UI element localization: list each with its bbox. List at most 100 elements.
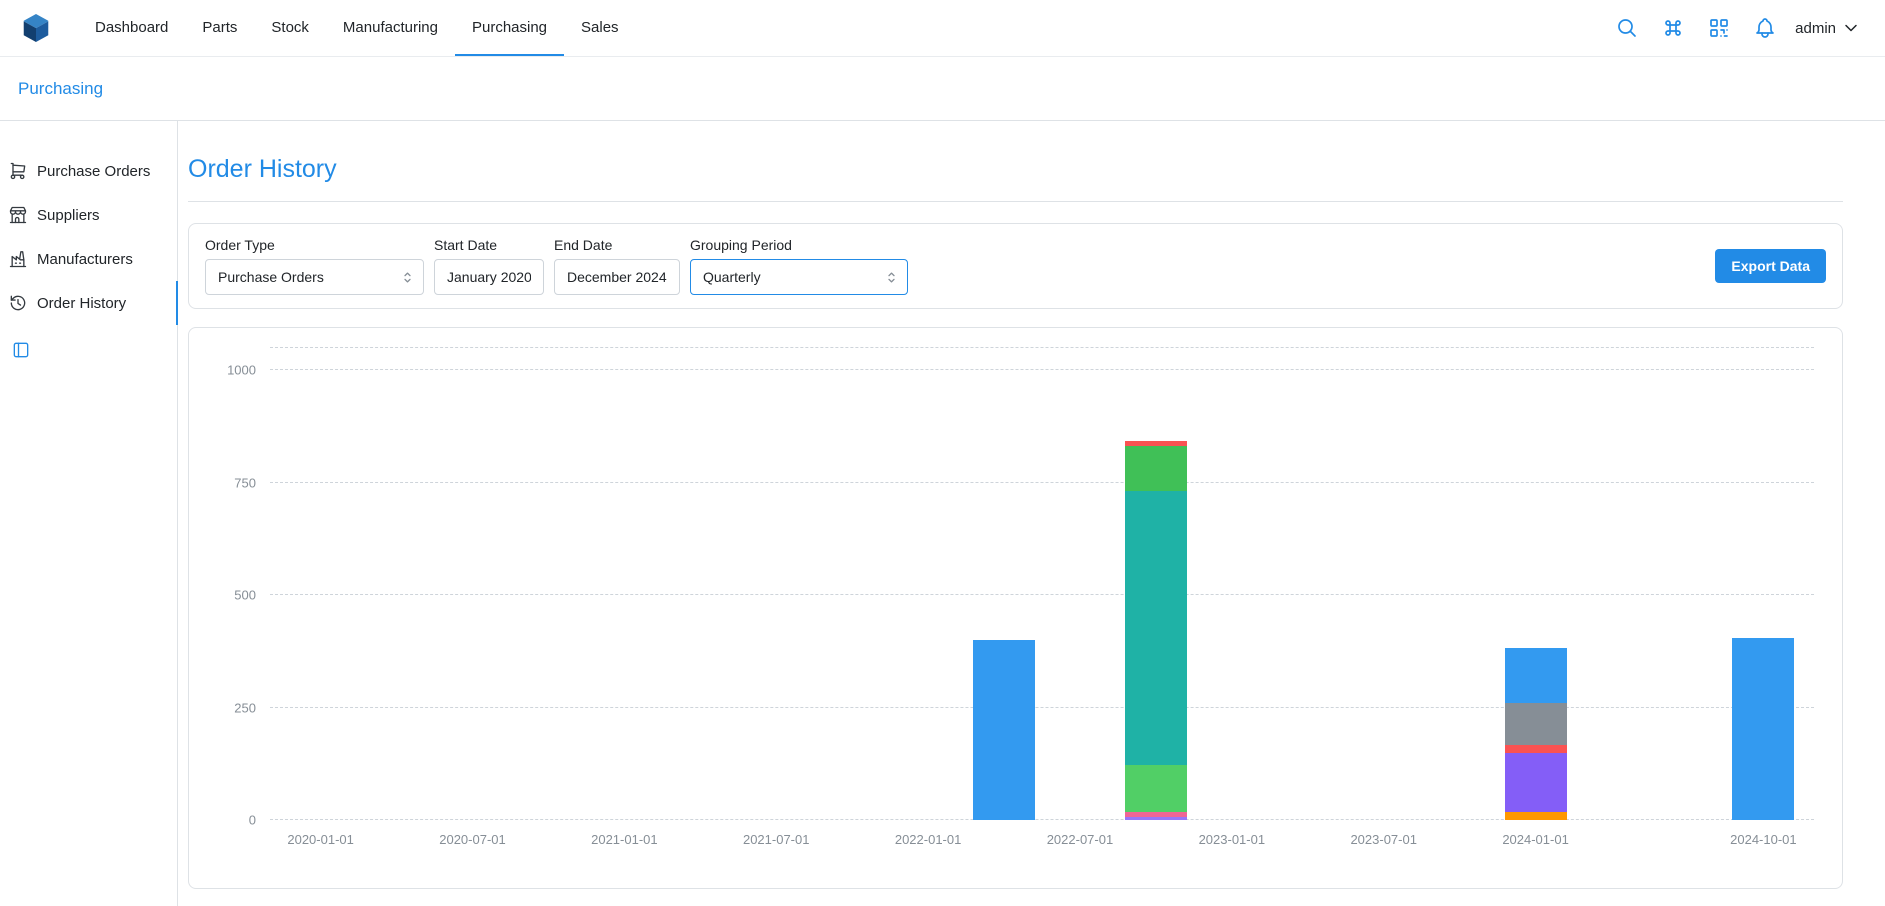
layout-sidebar-icon [11,340,31,360]
gridline [270,707,1814,708]
bar-segment [1505,745,1567,753]
sidebar-item-label: Manufacturers [37,251,133,268]
sidebar-item-label: Suppliers [37,207,100,224]
gridline [270,594,1814,595]
gridline [270,369,1814,370]
filter-panel: Order Type Purchase Orders Start Date En… [188,223,1843,309]
chart-bar-2022-10-01[interactable] [1125,441,1187,820]
order-history-chart: 0 250 500 750 1000 2020-01-01 2020-07-01 2021-0… [189,328,1842,888]
end-date-field: End Date [554,237,680,295]
y-axis-tick: 1000 [227,363,256,378]
end-date-input[interactable] [554,259,680,295]
start-date-input[interactable] [434,259,544,295]
bar-segment [1125,446,1187,491]
x-axis-tick: 2024-10-01 [1730,832,1797,847]
barcode-scan-button[interactable] [1701,10,1737,46]
bar-segment [1505,648,1567,703]
chart-bar-2022-04-01[interactable] [973,640,1035,820]
bar-segment [1125,817,1187,820]
sidebar-item-order-history[interactable]: Order History [0,281,178,325]
chart-bar-2024-10-01[interactable] [1732,638,1794,820]
order-type-field: Order Type Purchase Orders [205,237,424,295]
x-axis-tick: 2021-01-01 [591,832,658,847]
chart-plot-area: 025050075010002020-01-012020-07-012021-0… [270,348,1814,820]
bar-segment [1505,812,1567,820]
nav-tab-dashboard[interactable]: Dashboard [78,0,185,56]
chart-bar-2024-01-01[interactable] [1505,648,1567,820]
user-name: admin [1795,20,1836,37]
bar-segment [1732,638,1794,820]
sidebar: Purchase Orders Suppliers [0,121,178,906]
top-navbar: Dashboard Parts Stock Manufacturing Purc… [0,0,1885,57]
sidebar-item-purchase-orders[interactable]: Purchase Orders [0,149,178,193]
app-window: Dashboard Parts Stock Manufacturing Purc… [0,0,1885,906]
order-type-label: Order Type [205,237,424,253]
bar-segment [1505,753,1567,812]
chevron-down-icon [1841,18,1861,38]
grouping-period-select[interactable]: Quarterly [690,259,908,295]
nav-tab-parts[interactable]: Parts [185,0,254,56]
sidebar-item-label: Purchase Orders [37,163,150,180]
user-menu[interactable]: admin [1793,14,1863,42]
nav-tab-sales[interactable]: Sales [564,0,636,56]
building-factory-icon [8,249,28,269]
content-area: Purchase Orders Suppliers [0,121,1885,906]
order-type-value: Purchase Orders [218,269,324,285]
chevron-up-down-icon [400,270,415,285]
bar-segment [973,640,1035,820]
bell-icon [1753,16,1777,40]
command-icon [1661,16,1685,40]
navbar-actions: admin [1609,0,1863,56]
bar-segment [1125,491,1187,765]
title-divider [188,201,1843,202]
command-palette-button[interactable] [1655,10,1691,46]
chevron-up-down-icon [884,270,899,285]
bar-segment [1505,703,1567,745]
sidebar-item-manufacturers[interactable]: Manufacturers [0,237,178,281]
building-store-icon [8,205,28,225]
end-date-label: End Date [554,237,680,253]
bar-segment [1125,765,1187,812]
main-panel: Order History Order Type Purchase Orders… [178,121,1885,906]
gridline [270,819,1814,820]
notifications-button[interactable] [1747,10,1783,46]
sidebar-collapse-button[interactable] [8,337,34,363]
y-axis-tick: 250 [234,700,256,715]
shopping-cart-icon [8,161,28,181]
page-title: Order History [188,155,1843,184]
x-axis-tick: 2022-07-01 [1047,832,1114,847]
breadcrumb: Purchasing [0,57,1885,121]
start-date-field: Start Date [434,237,544,295]
history-icon [8,293,28,313]
y-axis-tick: 500 [234,588,256,603]
main-nav: Dashboard Parts Stock Manufacturing Purc… [78,0,636,56]
y-axis-tick: 750 [234,475,256,490]
qr-scan-icon [1707,16,1731,40]
order-type-select[interactable]: Purchase Orders [205,259,424,295]
y-axis-tick: 0 [249,813,256,828]
breadcrumb-purchasing[interactable]: Purchasing [18,79,103,99]
x-axis-tick: 2024-01-01 [1502,832,1569,847]
nav-tab-stock[interactable]: Stock [254,0,326,56]
x-axis-tick: 2020-01-01 [287,832,354,847]
grouping-period-value: Quarterly [703,269,761,285]
sidebar-item-suppliers[interactable]: Suppliers [0,193,178,237]
gridline [270,347,1814,348]
search-button[interactable] [1609,10,1645,46]
start-date-label: Start Date [434,237,544,253]
sidebar-item-label: Order History [37,295,126,312]
gridline [270,482,1814,483]
chart-card: 0 250 500 750 1000 2020-01-01 2020-07-01 2021-0… [188,327,1843,889]
grouping-period-label: Grouping Period [690,237,908,253]
x-axis-tick: 2021-07-01 [743,832,810,847]
x-axis-tick: 2023-07-01 [1350,832,1417,847]
search-icon [1615,16,1639,40]
app-logo-icon [20,12,52,44]
x-axis-tick: 2023-01-01 [1199,832,1266,847]
grouping-period-field: Grouping Period Quarterly [690,237,908,295]
nav-tab-manufacturing[interactable]: Manufacturing [326,0,455,56]
export-data-button[interactable]: Export Data [1715,249,1826,283]
nav-tab-purchasing[interactable]: Purchasing [455,0,564,56]
x-axis-tick: 2020-07-01 [439,832,506,847]
app-logo[interactable] [20,0,52,56]
